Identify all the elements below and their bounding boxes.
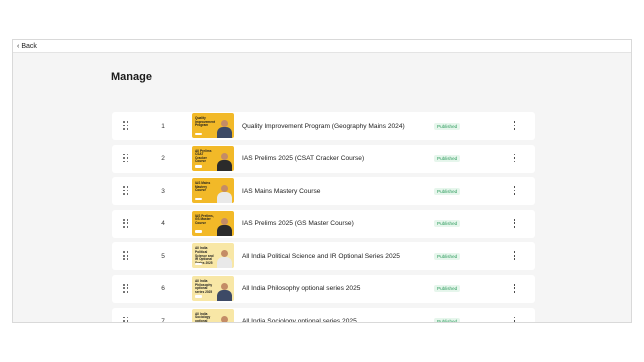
more-vertical-icon[interactable] <box>513 218 516 228</box>
row-index: 3 <box>161 187 165 195</box>
course-name[interactable]: IAS Mains Mastery Course <box>242 188 320 195</box>
course-thumbnail: IAS Prelims, GS Master Course <box>192 210 234 236</box>
app-window: ‹ Back Manage 1 Quality Improvement Prog… <box>12 39 632 323</box>
row-index: 4 <box>161 220 165 228</box>
back-button[interactable]: ‹ Back <box>17 43 37 50</box>
instructor-image <box>217 282 232 301</box>
more-vertical-icon[interactable] <box>513 316 516 322</box>
course-thumbnail: IAS Mains Mastery Course <box>192 178 234 204</box>
table-row[interactable]: 7 All India Sociology optional series Al… <box>112 307 535 323</box>
drag-handle-icon[interactable] <box>123 316 129 322</box>
back-label: Back <box>21 42 37 50</box>
thumbnail-tag <box>195 132 202 135</box>
course-list: 1 Quality Improvement Program Quality Im… <box>112 112 535 323</box>
drag-handle-icon[interactable] <box>123 283 129 293</box>
instructor-image <box>217 120 232 138</box>
row-index: 6 <box>161 285 165 293</box>
thumbnail-text: All Prelims CSAT Cracker Course <box>195 148 212 164</box>
drag-handle-icon[interactable] <box>123 121 129 130</box>
thumbnail-text: All India Philosophy optional series 202… <box>195 278 213 294</box>
thumbnail-tag <box>195 197 202 201</box>
status-badge: Published <box>434 285 461 293</box>
status-badge: Published <box>434 122 461 130</box>
more-vertical-icon[interactable] <box>513 121 516 130</box>
course-name[interactable]: All India Sociology optional series 2025 <box>242 318 357 322</box>
drag-handle-icon[interactable] <box>123 251 129 261</box>
thumbnail-tag <box>195 165 202 168</box>
course-name[interactable]: All India Philosophy optional series 202… <box>242 285 360 292</box>
instructor-image <box>217 185 232 204</box>
row-index: 2 <box>161 155 165 163</box>
page-title: Manage <box>111 71 152 83</box>
course-thumbnail: All Prelims CSAT Cracker Course <box>192 145 234 171</box>
thumbnail-tag <box>195 262 202 266</box>
thumbnail-tag <box>195 230 202 233</box>
course-name[interactable]: IAS Prelims 2025 (CSAT Cracker Course) <box>242 155 364 162</box>
instructor-image <box>217 217 232 236</box>
row-index: 7 <box>161 318 165 323</box>
row-index: 5 <box>161 252 165 260</box>
thumbnail-text: IAS Prelims, GS Master Course <box>195 213 214 225</box>
drag-handle-icon[interactable] <box>123 218 129 228</box>
course-thumbnail: Quality Improvement Program <box>192 113 234 138</box>
instructor-image <box>217 152 232 171</box>
row-index: 1 <box>161 122 165 130</box>
table-row[interactable]: 6 All India Philosophy optional series 2… <box>112 274 535 303</box>
thumbnail-text: All India Sociology optional series <box>195 311 211 323</box>
status-badge: Published <box>434 252 461 260</box>
drag-handle-icon[interactable] <box>123 153 129 163</box>
more-vertical-icon[interactable] <box>513 251 516 261</box>
instructor-image <box>217 315 232 322</box>
drag-handle-icon[interactable] <box>123 186 129 195</box>
course-thumbnail: All India Political Science and IR Optio… <box>192 243 234 269</box>
more-vertical-icon[interactable] <box>513 186 516 195</box>
course-name[interactable]: IAS Prelims 2025 (GS Master Course) <box>242 220 354 227</box>
course-name[interactable]: Quality Improvement Program (Geography M… <box>242 123 405 130</box>
chevron-left-icon: ‹ <box>17 42 20 50</box>
course-name[interactable]: All India Political Science and IR Optio… <box>242 253 400 260</box>
status-badge: Published <box>434 155 461 163</box>
status-badge: Published <box>434 220 461 228</box>
course-thumbnail: All India Sociology optional series <box>192 308 234 323</box>
more-vertical-icon[interactable] <box>513 153 516 163</box>
status-badge: Published <box>434 187 461 195</box>
thumbnail-text: IAS Mains Mastery Course <box>195 181 211 193</box>
table-row[interactable]: 2 All Prelims CSAT Cracker Course IAS Pr… <box>112 144 535 173</box>
more-vertical-icon[interactable] <box>513 283 516 293</box>
thumbnail-text: Quality Improvement Program <box>195 116 216 128</box>
thumbnail-tag <box>195 295 202 298</box>
table-row[interactable]: 4 IAS Prelims, GS Master Course IAS Prel… <box>112 209 535 238</box>
status-badge: Published <box>434 318 461 322</box>
table-row[interactable]: 5 All India Political Science and IR Opt… <box>112 242 535 271</box>
table-row[interactable]: 3 IAS Mains Mastery Course IAS Mains Mas… <box>112 177 535 206</box>
table-row[interactable]: 1 Quality Improvement Program Quality Im… <box>112 112 535 140</box>
instructor-image <box>217 250 232 269</box>
course-thumbnail: All India Philosophy optional series 202… <box>192 275 234 301</box>
top-bar: ‹ Back <box>13 40 631 53</box>
